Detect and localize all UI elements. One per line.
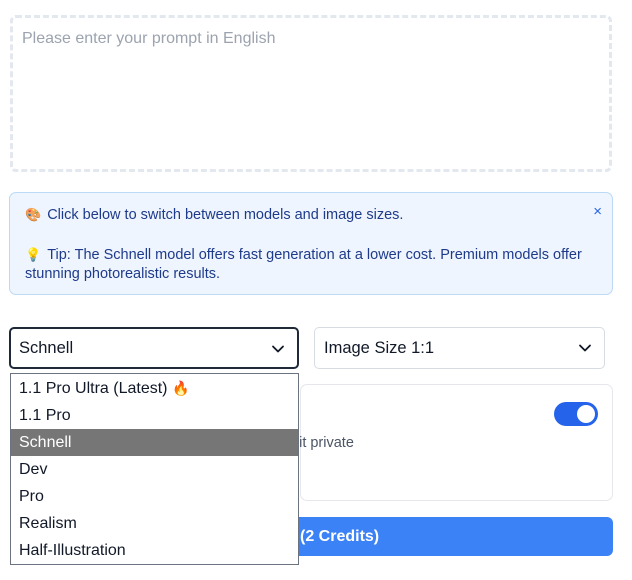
toggle-knob <box>577 405 595 423</box>
model-option-pro-1-1[interactable]: 1.1 Pro <box>11 402 298 429</box>
model-option-label: Realism <box>19 515 77 532</box>
chevron-down-icon <box>579 344 591 352</box>
private-settings-card: e it private <box>287 384 613 501</box>
tip-line-models: 🎨 Click below to switch between models an… <box>25 206 597 226</box>
image-size-select-value: Image Size 1:1 <box>324 338 435 357</box>
model-select-value: Schnell <box>19 338 74 357</box>
palette-icon: 🎨 <box>25 208 42 223</box>
model-option-label: Pro <box>19 488 44 505</box>
tip-line-schnell-text: Tip: The Schnell model offers fast gener… <box>25 246 582 283</box>
model-option-half-illustration[interactable]: Half-Illustration <box>11 537 298 564</box>
generate-button[interactable]: (2 Credits) <box>296 517 613 556</box>
chevron-down-icon <box>272 345 284 353</box>
prompt-textarea[interactable]: Please enter your prompt in English <box>10 15 612 172</box>
model-option-schnell[interactable]: Schnell <box>11 429 298 456</box>
model-option-realism[interactable]: Realism <box>11 510 298 537</box>
prompt-placeholder: Please enter your prompt in English <box>22 30 276 47</box>
tip-line-schnell: 💡 Tip: The Schnell model offers fast gene… <box>25 246 597 285</box>
model-option-label: 1.1 Pro <box>19 407 71 424</box>
close-icon[interactable]: × <box>593 204 602 220</box>
tip-banner: 🎨 Click below to switch between models an… <box>9 192 613 295</box>
model-option-pro-ultra[interactable]: 1.1 Pro Ultra (Latest) 🔥 <box>11 375 298 402</box>
model-option-label: Dev <box>19 461 48 478</box>
model-select[interactable]: Schnell <box>9 327 299 369</box>
model-option-label: Schnell <box>19 434 72 451</box>
model-option-label: 1.1 Pro Ultra (Latest) <box>19 380 168 397</box>
model-dropdown-list: 1.1 Pro Ultra (Latest) 🔥 1.1 Pro Schnell… <box>10 373 299 565</box>
fire-icon: 🔥 <box>171 381 190 397</box>
lightbulb-icon: 💡 <box>25 247 42 263</box>
model-option-pro[interactable]: Pro <box>11 483 298 510</box>
generate-button-label: (2 Credits) <box>300 527 380 545</box>
tip-line-models-text: Click below to switch between models and… <box>47 207 404 223</box>
model-option-label: Half-Illustration <box>19 542 126 559</box>
image-size-select[interactable]: Image Size 1:1 <box>314 327 605 369</box>
private-toggle[interactable] <box>554 402 598 426</box>
model-option-dev[interactable]: Dev <box>11 456 298 483</box>
